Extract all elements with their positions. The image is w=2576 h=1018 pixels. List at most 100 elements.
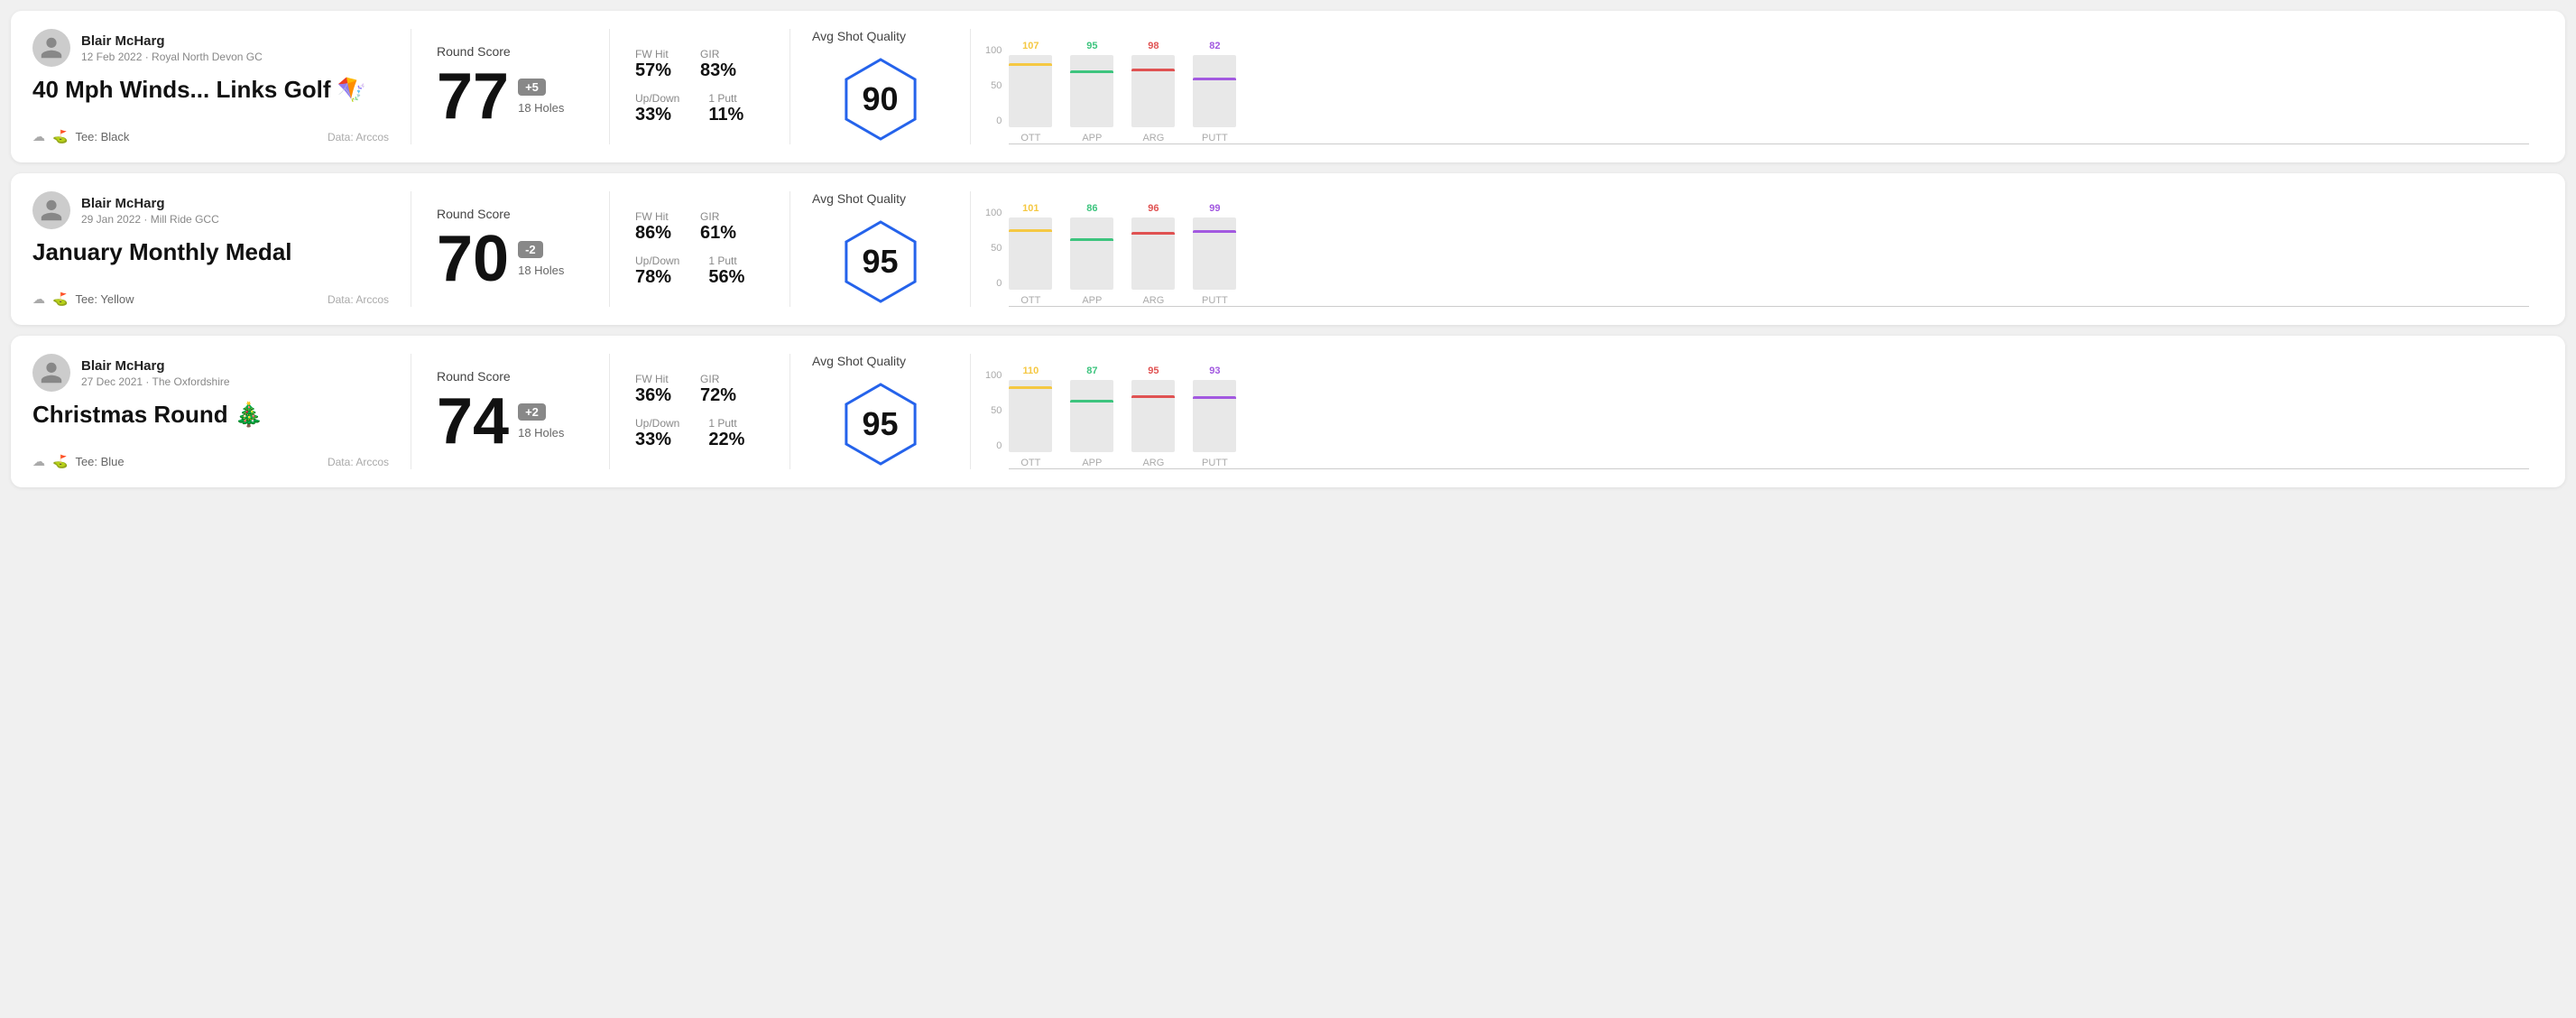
- stats-row-bottom: Up/Down 33% 1 Putt 22%: [635, 417, 764, 450]
- chart-bar-putt: 93 PUTT: [1193, 366, 1236, 468]
- bar-fg: [1009, 229, 1052, 290]
- gir-value: 61%: [700, 223, 736, 244]
- hexagon-score: 90: [862, 80, 898, 118]
- bar-fg: [1070, 70, 1113, 127]
- bar-label-app: APP: [1082, 133, 1102, 143]
- one-putt-value: 22%: [708, 430, 744, 450]
- bar-value-ott: 110: [1022, 366, 1039, 376]
- user-details: Blair McHarg 12 Feb 2022 · Royal North D…: [81, 33, 263, 63]
- gir-label: GIR: [700, 48, 736, 60]
- stats-row-bottom: Up/Down 33% 1 Putt 11%: [635, 92, 764, 125]
- user-icon: [39, 360, 64, 385]
- bar-label-arg: ARG: [1142, 133, 1164, 143]
- bar-value-ott: 107: [1022, 41, 1039, 51]
- bar-value-putt: 99: [1209, 203, 1220, 214]
- stat-gir: GIR 83%: [700, 48, 736, 81]
- card-score: Round Score 74 +2 18 Holes: [411, 354, 610, 469]
- chart-bar-ott: 107 OTT: [1009, 41, 1052, 143]
- chart-y-100: 100: [985, 45, 1002, 56]
- tee-info: ☁ ⛳ Tee: Yellow: [32, 292, 134, 307]
- card-stats: FW Hit 86% GIR 61% Up/Down 78% 1 Putt 56…: [610, 191, 790, 307]
- card-left: Blair McHarg 27 Dec 2021 · The Oxfordshi…: [32, 354, 411, 469]
- user-meta: 29 Jan 2022 · Mill Ride GCC: [81, 213, 219, 226]
- fw-hit-value: 86%: [635, 223, 671, 244]
- chart-bar-ott: 101 OTT: [1009, 203, 1052, 306]
- score-number: 77: [437, 64, 509, 129]
- round-title: January Monthly Medal: [32, 238, 389, 266]
- stats-row-top: FW Hit 57% GIR 83%: [635, 48, 764, 81]
- score-diff-badge: +5: [518, 79, 546, 96]
- one-putt-label: 1 Putt: [708, 92, 743, 105]
- card-footer: ☁ ⛳ Tee: Yellow Data: Arccos: [32, 292, 389, 307]
- up-down-value: 78%: [635, 267, 679, 288]
- card-stats: FW Hit 36% GIR 72% Up/Down 33% 1 Putt 22…: [610, 354, 790, 469]
- chart-bar-putt: 82 PUTT: [1193, 41, 1236, 143]
- bar-label-putt: PUTT: [1202, 295, 1228, 306]
- bar-label-putt: PUTT: [1202, 133, 1228, 143]
- chart-y-100: 100: [985, 208, 1002, 218]
- stat-up-down: Up/Down 33%: [635, 417, 679, 450]
- user-info: Blair McHarg 29 Jan 2022 · Mill Ride GCC: [32, 191, 389, 229]
- cart-icon: ⛳: [52, 129, 68, 144]
- score-row: 77 +5 18 Holes: [437, 64, 584, 129]
- score-label: Round Score: [437, 207, 584, 221]
- chart-y-0: 0: [985, 116, 1002, 126]
- stats-row-top: FW Hit 36% GIR 72%: [635, 373, 764, 406]
- fw-hit-value: 36%: [635, 385, 671, 406]
- round-card-round1: Blair McHarg 12 Feb 2022 · Royal North D…: [11, 11, 2565, 162]
- user-details: Blair McHarg 27 Dec 2021 · The Oxfordshi…: [81, 358, 230, 388]
- card-stats: FW Hit 57% GIR 83% Up/Down 33% 1 Putt 11…: [610, 29, 790, 144]
- card-quality: Avg Shot Quality 90: [790, 29, 971, 144]
- cloud-icon: ☁: [32, 292, 45, 307]
- avatar: [32, 29, 70, 67]
- bar-label-ott: OTT: [1020, 133, 1040, 143]
- tee-label: Tee: Yellow: [75, 292, 134, 306]
- avatar: [32, 354, 70, 392]
- stats-row-top: FW Hit 86% GIR 61%: [635, 210, 764, 244]
- user-name: Blair McHarg: [81, 33, 263, 49]
- stat-one-putt: 1 Putt 22%: [708, 417, 744, 450]
- bar-fg: [1193, 230, 1236, 290]
- up-down-value: 33%: [635, 430, 679, 450]
- card-score: Round Score 77 +5 18 Holes: [411, 29, 610, 144]
- quality-label: Avg Shot Quality: [812, 191, 906, 206]
- chart-y-50: 50: [985, 243, 1002, 254]
- stats-row-bottom: Up/Down 78% 1 Putt 56%: [635, 255, 764, 288]
- score-label: Round Score: [437, 44, 584, 59]
- card-quality: Avg Shot Quality 95: [790, 191, 971, 307]
- bar-label-arg: ARG: [1142, 295, 1164, 306]
- gir-value: 83%: [700, 60, 736, 81]
- chart-y-0: 0: [985, 440, 1002, 451]
- bar-value-app: 86: [1086, 203, 1097, 214]
- chart-y-100: 100: [985, 370, 1002, 381]
- round-title: 40 Mph Winds... Links Golf 🪁: [32, 76, 389, 104]
- hexagon-container: 95: [836, 379, 926, 469]
- card-chart: 100 50 0 107 OTT 95 APP: [971, 29, 2544, 144]
- gir-label: GIR: [700, 373, 736, 385]
- user-name: Blair McHarg: [81, 196, 219, 211]
- chart-bar-arg: 95 ARG: [1131, 366, 1175, 468]
- bar-value-app: 95: [1086, 41, 1097, 51]
- fw-hit-label: FW Hit: [635, 48, 671, 60]
- stat-one-putt: 1 Putt 56%: [708, 255, 744, 288]
- chart-bar-app: 87 APP: [1070, 366, 1113, 468]
- score-number: 70: [437, 227, 509, 292]
- user-info: Blair McHarg 27 Dec 2021 · The Oxfordshi…: [32, 354, 389, 392]
- holes-label: 18 Holes: [518, 264, 564, 277]
- user-meta: 27 Dec 2021 · The Oxfordshire: [81, 375, 230, 388]
- cart-icon: ⛳: [52, 454, 68, 469]
- card-footer: ☁ ⛳ Tee: Black Data: Arccos: [32, 129, 389, 144]
- bar-value-putt: 82: [1209, 41, 1220, 51]
- stat-up-down: Up/Down 33%: [635, 92, 679, 125]
- bar-fg: [1131, 232, 1175, 290]
- bar-label-app: APP: [1082, 458, 1102, 468]
- bar-value-ott: 101: [1022, 203, 1039, 214]
- tee-label: Tee: Blue: [75, 455, 124, 468]
- bar-value-arg: 95: [1148, 366, 1159, 376]
- round-card-round2: Blair McHarg 29 Jan 2022 · Mill Ride GCC…: [11, 173, 2565, 325]
- bar-label-app: APP: [1082, 295, 1102, 306]
- data-source: Data: Arccos: [328, 131, 389, 143]
- score-badge-group: -2 18 Holes: [518, 241, 564, 277]
- score-row: 74 +2 18 Holes: [437, 389, 584, 454]
- data-source: Data: Arccos: [328, 293, 389, 306]
